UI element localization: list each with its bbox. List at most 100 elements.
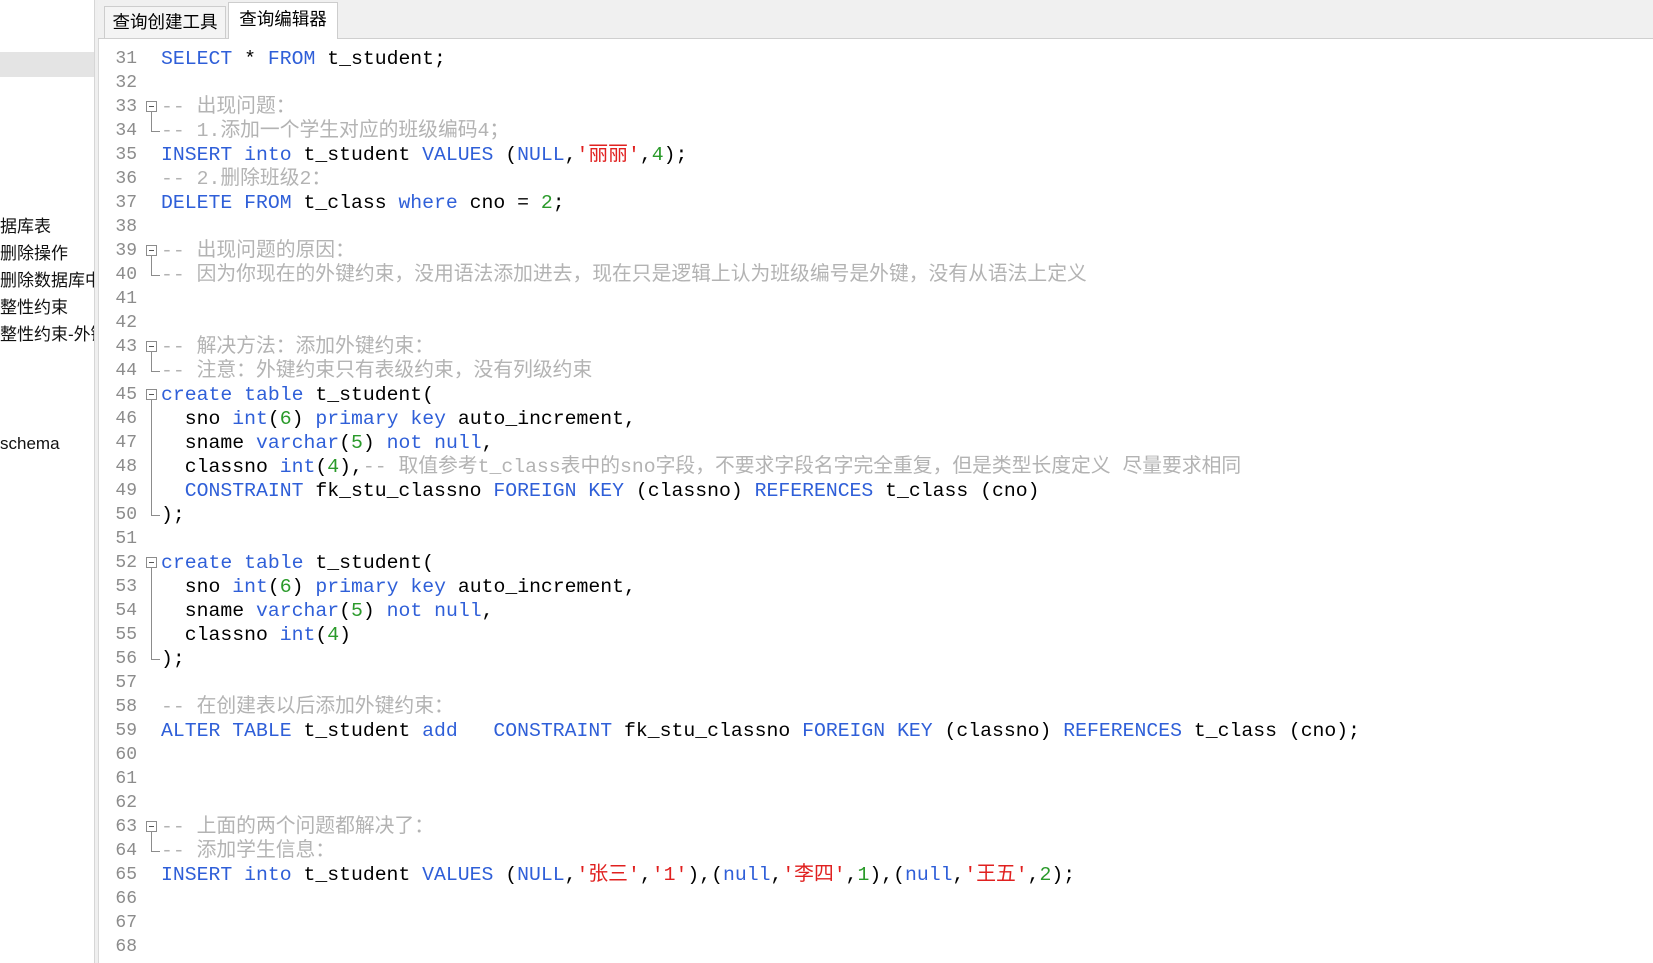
code-line[interactable]: 41: [99, 287, 1653, 311]
code-line[interactable]: 32: [99, 71, 1653, 95]
code-line[interactable]: 31 SELECT * FROM t_student;: [99, 47, 1653, 71]
code-line[interactable]: 65 INSERT into t_student VALUES (NULL,'张三…: [99, 863, 1653, 887]
tree-item[interactable]: 整性约束: [0, 294, 94, 321]
code-line[interactable]: 52 create table t_student(: [99, 551, 1653, 575]
line-number: 63: [115, 817, 137, 837]
code-line[interactable]: 36 -- 2.删除班级2：: [99, 167, 1653, 191]
code-line[interactable]: 42: [99, 311, 1653, 335]
fold-minus-icon[interactable]: [145, 383, 161, 407]
tree-item-schema[interactable]: schema: [0, 430, 94, 457]
line-number: 59: [115, 721, 137, 741]
code-line[interactable]: 35 INSERT into t_student VALUES (NULL,'丽丽…: [99, 143, 1653, 167]
code-line[interactable]: 58 -- 在创建表以后添加外键约束：: [99, 695, 1653, 719]
sql-keyword: null: [434, 600, 482, 622]
code-line[interactable]: 57: [99, 671, 1653, 695]
code-line[interactable]: 56);: [99, 647, 1653, 671]
sql-keyword: SELECT: [161, 48, 233, 70]
line-number: 39: [115, 241, 137, 261]
code-line[interactable]: 54 sname varchar(5) not null,: [99, 599, 1653, 623]
string-literal: '李四': [782, 864, 846, 886]
sql-text: ,: [770, 864, 783, 886]
line-number: 57: [115, 673, 137, 693]
tree-item[interactable]: 据库表: [0, 213, 94, 240]
sql-text: t_student(: [303, 384, 435, 406]
code-line[interactable]: 46 sno int(6) primary key auto_increment…: [99, 407, 1653, 431]
code-line[interactable]: 51: [99, 527, 1653, 551]
line-number: 61: [115, 769, 137, 789]
sql-text: (: [493, 864, 518, 886]
code-line[interactable]: 50);: [99, 503, 1653, 527]
tree-item[interactable]: 删除操作: [0, 240, 94, 267]
sql-comment: -- 解决方法：添加外键约束：: [161, 336, 434, 358]
code-line[interactable]: 37 DELETE FROM t_class where cno = 2;: [99, 191, 1653, 215]
code-text: );: [161, 503, 185, 527]
fold-minus-icon[interactable]: [145, 335, 161, 359]
code-line[interactable]: 39 -- 出现问题的原因：: [99, 239, 1653, 263]
line-number: 67: [115, 913, 137, 933]
code-text: sno int(6) primary key auto_increment,: [161, 407, 636, 431]
code-line[interactable]: 60: [99, 743, 1653, 767]
code-line[interactable]: 43 -- 解决方法：添加外键约束：: [99, 335, 1653, 359]
fold-minus-icon[interactable]: [145, 95, 161, 119]
code-line[interactable]: 64 -- 添加学生信息：: [99, 839, 1653, 863]
sql-editor[interactable]: 31 SELECT * FROM t_student; 32 33 -- 出现问题： 34…: [98, 39, 1653, 963]
code-line[interactable]: 55 classno int(4): [99, 623, 1653, 647]
code-line[interactable]: 38: [99, 215, 1653, 239]
line-number: 58: [115, 697, 137, 717]
code-text: classno int(4),-- 取值参考t_class表中的sno字段，不要…: [161, 455, 1241, 479]
code-line[interactable]: 48 classno int(4),-- 取值参考t_class表中的sno字段…: [99, 455, 1653, 479]
sql-text: *: [232, 48, 268, 70]
fold-guide-end: [145, 263, 161, 287]
code-line[interactable]: 49 CONSTRAINT fk_stu_classno FOREIGN KEY…: [99, 479, 1653, 503]
code-line[interactable]: 45 create table t_student(: [99, 383, 1653, 407]
sql-comment: -- 出现问题：: [161, 96, 296, 118]
code-line[interactable]: 66: [99, 887, 1653, 911]
tree-selected-row[interactable]: [0, 52, 94, 77]
sql-text: classno: [161, 456, 280, 478]
number-literal: 1: [857, 864, 870, 886]
tab-query-builder[interactable]: 查询创建工具: [104, 6, 226, 38]
fold-minus-icon[interactable]: [145, 239, 161, 263]
tree-item[interactable]: 整性约束-外键: [0, 321, 94, 348]
number-literal: 2: [1039, 864, 1052, 886]
code-line[interactable]: 59 ALTER TABLE t_student add CONSTRAINT f…: [99, 719, 1653, 743]
line-number: 36: [115, 169, 137, 189]
sql-text: sname: [161, 432, 256, 454]
string-literal: '丽丽': [576, 144, 640, 166]
tab-query-editor[interactable]: 查询编辑器: [228, 2, 338, 39]
code-text: create table t_student(: [161, 383, 434, 407]
code-line[interactable]: 67: [99, 911, 1653, 935]
sql-text: ,: [845, 864, 858, 886]
object-tree-list: 据库表 删除操作 删除数据库中 整性约束 整性约束-外键 schema: [0, 213, 94, 457]
code-line[interactable]: 40 -- 因为你现在的外键约束，没用语法添加进去，现在只是逻辑上认为班级编号是外…: [99, 263, 1653, 287]
code-line[interactable]: 33 -- 出现问题：: [99, 95, 1653, 119]
code-line[interactable]: 47 sname varchar(5) not null,: [99, 431, 1653, 455]
sql-keyword: create: [161, 384, 233, 406]
sql-text: ,: [952, 864, 965, 886]
fold-minus-icon[interactable]: [145, 551, 161, 575]
sql-keyword: key: [410, 576, 446, 598]
sql-text: );: [663, 144, 688, 166]
code-line[interactable]: 53 sno int(6) primary key auto_increment…: [99, 575, 1653, 599]
code-line[interactable]: 34 -- 1.添加一个学生对应的班级编码4；: [99, 119, 1653, 143]
code-line[interactable]: 62: [99, 791, 1653, 815]
fold-guide-end: [145, 119, 161, 143]
query-tab-bar: 查询创建工具 查询编辑器: [98, 0, 1653, 39]
sql-keyword: DELETE: [161, 192, 233, 214]
fold-minus-icon[interactable]: [145, 815, 161, 839]
code-line[interactable]: 61: [99, 767, 1653, 791]
code-line[interactable]: 68: [99, 935, 1653, 959]
line-number: 42: [115, 313, 137, 333]
code-line[interactable]: 63 -- 上面的两个问题都解决了：: [99, 815, 1653, 839]
code-text: sname varchar(5) not null,: [161, 431, 494, 455]
code-line[interactable]: 44 -- 注意：外键约束只有表级约束，没有列级约束: [99, 359, 1653, 383]
sql-text: ): [362, 432, 387, 454]
tree-item[interactable]: 删除数据库中: [0, 267, 94, 294]
sql-keyword: ALTER: [161, 720, 221, 742]
sql-keyword: create: [161, 552, 233, 574]
sql-text: t_student: [291, 144, 423, 166]
sql-text: ,: [481, 600, 494, 622]
